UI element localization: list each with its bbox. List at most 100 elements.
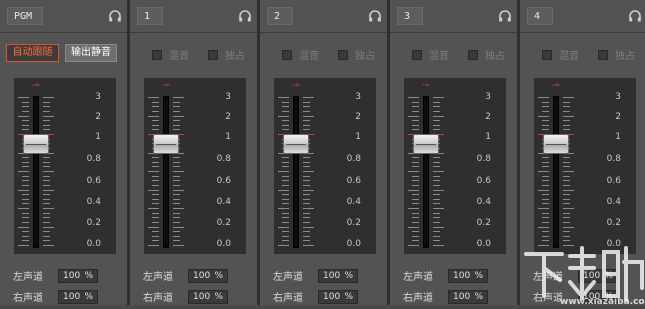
fader-tick <box>303 245 314 246</box>
mix-checkbox-box[interactable] <box>542 49 552 60</box>
scale-label: 2 <box>485 112 491 122</box>
fader-tick <box>22 162 29 163</box>
left-channel-label: 左声道 <box>143 272 173 283</box>
headphone-icon[interactable] <box>628 8 642 22</box>
fader-knob[interactable] <box>153 134 179 154</box>
fader-tick <box>282 231 289 232</box>
solo-checkbox[interactable]: 独占 <box>338 47 375 62</box>
fader-tick <box>43 102 50 103</box>
fader-tick <box>542 236 549 237</box>
solo-checkbox[interactable]: 独占 <box>598 47 635 62</box>
fader-tick <box>303 102 310 103</box>
fader-tick <box>278 245 289 246</box>
solo-checkbox[interactable]: 独占 <box>468 47 505 62</box>
fader-tick <box>433 208 444 209</box>
fader-tick <box>408 116 419 117</box>
right-channel-volume-field[interactable]: 100% <box>448 289 488 304</box>
mix-checkbox-box[interactable] <box>282 49 292 60</box>
fader-tick <box>542 217 549 218</box>
fader-tick <box>563 199 570 200</box>
right-channel-volume-field[interactable]: 100% <box>58 289 98 304</box>
fader-tick <box>173 129 180 130</box>
mix-checkbox[interactable]: 混音 <box>152 47 189 62</box>
fader-tick <box>542 106 549 107</box>
fader-knob[interactable] <box>23 134 49 154</box>
output-mute-button[interactable]: 输出静音 <box>65 44 117 62</box>
headphone-icon[interactable] <box>238 8 252 22</box>
fader-tick <box>152 240 159 241</box>
solo-checkbox-box[interactable] <box>598 49 608 60</box>
headphone-icon[interactable] <box>498 8 512 22</box>
fader-tick <box>152 194 159 195</box>
fader-tick <box>43 231 50 232</box>
fader-tick <box>303 231 310 232</box>
left-channel-volume-field[interactable]: 100% <box>188 268 228 283</box>
fader-tick <box>563 162 570 163</box>
fader-tick <box>433 111 440 112</box>
fader-tick <box>303 157 310 158</box>
left-channel-volume-field[interactable]: 100% <box>58 268 98 283</box>
fader-tick <box>433 190 444 191</box>
auto-follow-button[interactable]: 自动跟随 <box>6 44 59 62</box>
fader-tick <box>563 116 574 117</box>
right-channel-row: 右声道 100% <box>143 289 228 304</box>
fader-tick <box>282 111 289 112</box>
mix-checkbox[interactable]: 混音 <box>412 47 449 62</box>
solo-checkbox-box[interactable] <box>468 49 478 60</box>
fader-knob[interactable] <box>413 134 439 154</box>
fader-tick <box>563 213 570 214</box>
right-channel-volume-field[interactable]: 100% <box>188 289 228 304</box>
fader-knob-grip <box>156 144 176 145</box>
right-channel-label: 右声道 <box>403 293 433 304</box>
fader-tick <box>173 125 180 126</box>
fader-tick <box>408 171 419 172</box>
solo-checkbox-box[interactable] <box>338 49 348 60</box>
fader-knob[interactable] <box>283 134 309 154</box>
fader-tick <box>433 97 444 98</box>
mix-checkbox-box[interactable] <box>412 49 422 60</box>
fader-tick <box>563 157 570 158</box>
fader-tick <box>563 125 570 126</box>
fader-tick <box>563 120 570 121</box>
fader-tick <box>43 245 54 246</box>
fader-tick <box>43 97 54 98</box>
mix-checkbox-box[interactable] <box>152 49 162 60</box>
solo-checkbox[interactable]: 独占 <box>208 47 245 62</box>
solo-checkbox-box[interactable] <box>208 49 218 60</box>
fader-tick <box>542 194 549 195</box>
mix-checkbox[interactable]: 混音 <box>282 47 319 62</box>
scale-label: 2 <box>95 112 101 122</box>
fader-tick <box>282 236 289 237</box>
right-channel-volume-field[interactable]: 100% <box>318 289 358 304</box>
left-channel-volume-field[interactable]: 100% <box>448 268 488 283</box>
fader-tick <box>282 176 289 177</box>
headphone-icon[interactable] <box>368 8 382 22</box>
scale-label: 3 <box>95 92 101 102</box>
fader-tick <box>563 222 570 223</box>
fader-tick <box>278 116 289 117</box>
left-channel-volume-field[interactable]: 100% <box>318 268 358 283</box>
fader-tick <box>152 166 159 167</box>
fader-tick <box>538 97 549 98</box>
fader-tick <box>43 157 50 158</box>
fader-tick <box>412 166 419 167</box>
fader-tick <box>412 213 419 214</box>
fader-tick <box>43 203 50 204</box>
channel-strip-1: 1 混音 独占 -∞ 3 2 1 0.8 0.6 0.4 0.2 0.0 左声道 100% 右声道 100% <box>130 0 258 305</box>
fader-tick <box>303 162 310 163</box>
fader-tick <box>563 231 570 232</box>
fader-knob[interactable] <box>543 134 569 154</box>
fader-tick <box>22 231 29 232</box>
fader-tick <box>43 111 50 112</box>
fader-tick <box>152 106 159 107</box>
fader-tick <box>282 203 289 204</box>
fader-tick <box>303 190 314 191</box>
mix-checkbox[interactable]: 混音 <box>542 47 579 62</box>
fader-tick <box>22 120 29 121</box>
fader-tick <box>22 199 29 200</box>
headphone-icon[interactable] <box>108 8 122 22</box>
fader-tick <box>43 162 50 163</box>
channel-strip-3: 3 混音 独占 -∞ 3 2 1 0.8 0.6 0.4 0.2 0.0 左声道 100% 右声道 100% <box>390 0 518 305</box>
left-channel-row: 左声道 100% <box>273 268 358 283</box>
fader-tick <box>173 180 180 181</box>
